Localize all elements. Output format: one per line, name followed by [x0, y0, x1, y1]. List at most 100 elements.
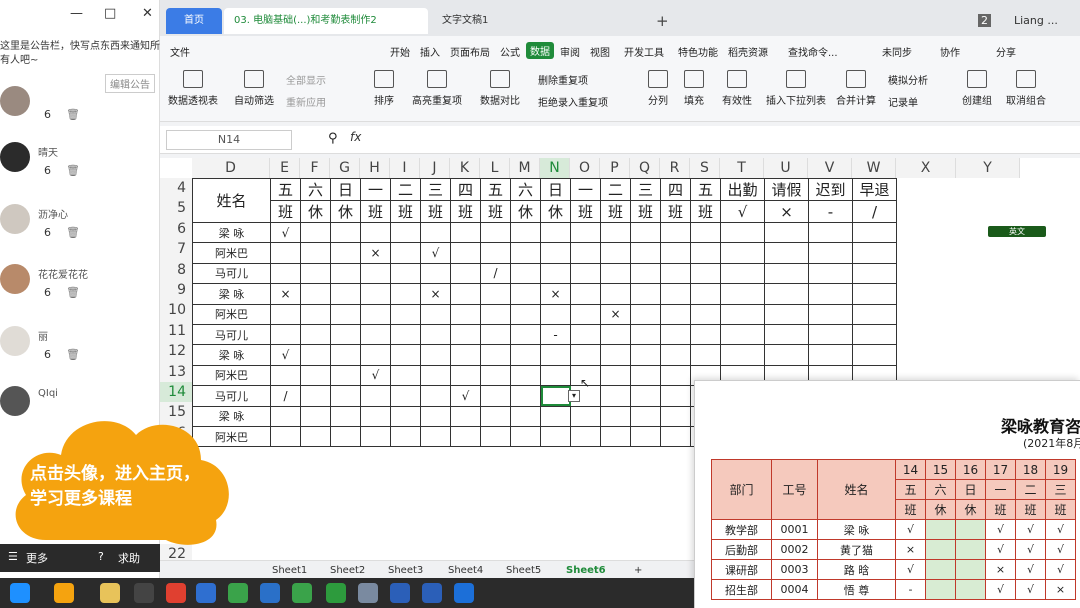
avatar[interactable]	[0, 264, 30, 294]
attendance-cell[interactable]	[390, 303, 421, 325]
attendance-cell[interactable]: √	[1045, 539, 1076, 560]
attendance-cell[interactable]	[852, 303, 897, 325]
attendance-cell[interactable]: √	[1015, 559, 1046, 580]
attendance-cell[interactable]	[450, 262, 481, 285]
date-header[interactable]: 17	[985, 459, 1016, 480]
attendance-cell[interactable]: ×	[420, 283, 451, 305]
windows-start-icon[interactable]	[10, 583, 30, 603]
attendance-cell[interactable]	[630, 385, 661, 407]
id-cell[interactable]: 0004	[771, 579, 818, 600]
column-header[interactable]: J	[420, 158, 450, 178]
attendance-cell[interactable]	[925, 539, 956, 560]
attendance-cell[interactable]	[630, 283, 661, 305]
attendance-cell[interactable]	[390, 364, 421, 387]
attendance-cell[interactable]	[360, 221, 391, 244]
attendance-cell[interactable]	[764, 221, 809, 244]
attendance-cell[interactable]	[420, 385, 451, 407]
attendance-cell[interactable]	[852, 283, 897, 305]
share-button[interactable]: 分享	[996, 44, 1016, 59]
ungroup-button[interactable]: 取消组合	[1006, 70, 1046, 107]
column-header[interactable]: G	[330, 158, 360, 178]
attendance-cell[interactable]	[390, 242, 421, 264]
attendance-cell[interactable]	[925, 579, 956, 600]
attendance-cell[interactable]	[630, 221, 661, 244]
header-cell[interactable]: 迟到	[808, 178, 853, 201]
attendance-cell[interactable]	[330, 385, 361, 407]
attendance-cell[interactable]	[480, 425, 511, 448]
attendance-cell[interactable]	[630, 323, 661, 346]
header-cell[interactable]: 五	[270, 178, 301, 201]
header-cell[interactable]: 班	[570, 200, 601, 223]
trash-icon[interactable]: 🗑	[66, 348, 80, 361]
date-header[interactable]: 16	[955, 459, 986, 480]
employee-name-cell[interactable]: 阿米巴	[192, 303, 271, 325]
attendance-cell[interactable]	[660, 323, 691, 346]
column-header[interactable]: X	[896, 158, 956, 178]
attendance-cell[interactable]	[570, 303, 601, 325]
attendance-cell[interactable]	[330, 405, 361, 427]
autofilter-button[interactable]: 自动筛选	[234, 70, 274, 107]
app-icon[interactable]	[166, 583, 186, 603]
attendance-cell[interactable]	[510, 385, 541, 407]
header-cell[interactable]: 班	[360, 200, 391, 223]
header-cell[interactable]: 四	[450, 178, 481, 201]
shift-header[interactable]: 班	[1015, 499, 1046, 520]
attendance-cell[interactable]	[540, 385, 571, 407]
chrome-icon[interactable]	[228, 583, 248, 603]
name-header-cell[interactable]: 姓名	[192, 178, 271, 223]
header-cell[interactable]: 休	[330, 200, 361, 223]
attendance-cell[interactable]	[630, 425, 661, 448]
minimize-icon[interactable]: —	[70, 6, 83, 21]
name-cell[interactable]: 悟 尊	[817, 579, 896, 600]
column-header[interactable]: V	[808, 158, 852, 178]
column-header[interactable]: W	[852, 158, 896, 178]
attendance-cell[interactable]	[764, 323, 809, 346]
attendance-cell[interactable]	[330, 425, 361, 448]
attendance-cell[interactable]	[330, 283, 361, 305]
avatar[interactable]	[0, 326, 30, 356]
member-item[interactable]: 6 🗑	[0, 86, 160, 146]
attendance-cell[interactable]	[720, 344, 765, 366]
column-header[interactable]: E	[270, 158, 300, 178]
name-box[interactable]: N14	[166, 130, 292, 150]
date-header[interactable]: 14	[895, 459, 926, 480]
employee-name-cell[interactable]: 马可儿	[192, 385, 271, 407]
dept-cell[interactable]: 后勤部	[711, 539, 772, 560]
attendance-cell[interactable]	[390, 283, 421, 305]
attendance-cell[interactable]	[300, 425, 331, 448]
tab-home[interactable]: 首页	[166, 8, 222, 34]
attendance-cell[interactable]	[764, 283, 809, 305]
attendance-cell[interactable]	[852, 323, 897, 346]
header-cell[interactable]: 班	[270, 200, 301, 223]
attendance-cell[interactable]	[570, 425, 601, 448]
attendance-cell[interactable]	[540, 262, 571, 285]
attendance-cell[interactable]	[300, 385, 331, 407]
member-item[interactable]: 丽 6 🗑	[0, 326, 160, 386]
attendance-cell[interactable]	[720, 283, 765, 305]
attendance-cell[interactable]	[720, 303, 765, 325]
attendance-cell[interactable]	[420, 221, 451, 244]
trash-icon[interactable]: 🗑	[66, 226, 80, 239]
consolidate-button[interactable]: 合并计算	[836, 70, 876, 107]
attendance-cell[interactable]: ×	[1045, 579, 1076, 600]
menu-data[interactable]: 数据	[526, 42, 554, 59]
reject-duplicates-button[interactable]: 拒绝录入重复项	[538, 94, 608, 109]
attendance-cell[interactable]	[480, 221, 511, 244]
column-header[interactable]: U	[764, 158, 808, 178]
pen-icon[interactable]	[134, 583, 154, 603]
column-header[interactable]: N	[540, 158, 570, 178]
attendance-cell[interactable]	[330, 364, 361, 387]
attendance-cell[interactable]	[270, 262, 301, 285]
id-cell[interactable]: 0003	[771, 559, 818, 580]
id-header[interactable]: 工号	[771, 459, 818, 520]
date-header[interactable]: 19	[1045, 459, 1076, 480]
header-cell[interactable]: 二	[600, 178, 631, 201]
fx-icon[interactable]: fx	[350, 130, 361, 144]
attendance-cell[interactable]	[808, 303, 853, 325]
header-cell[interactable]: 一	[360, 178, 391, 201]
attendance-cell[interactable]	[270, 323, 301, 346]
attendance-cell[interactable]	[690, 242, 721, 264]
attendance-cell[interactable]	[480, 323, 511, 346]
attendance-cell[interactable]	[600, 242, 631, 264]
simulate-button[interactable]: 模拟分析	[888, 72, 928, 87]
